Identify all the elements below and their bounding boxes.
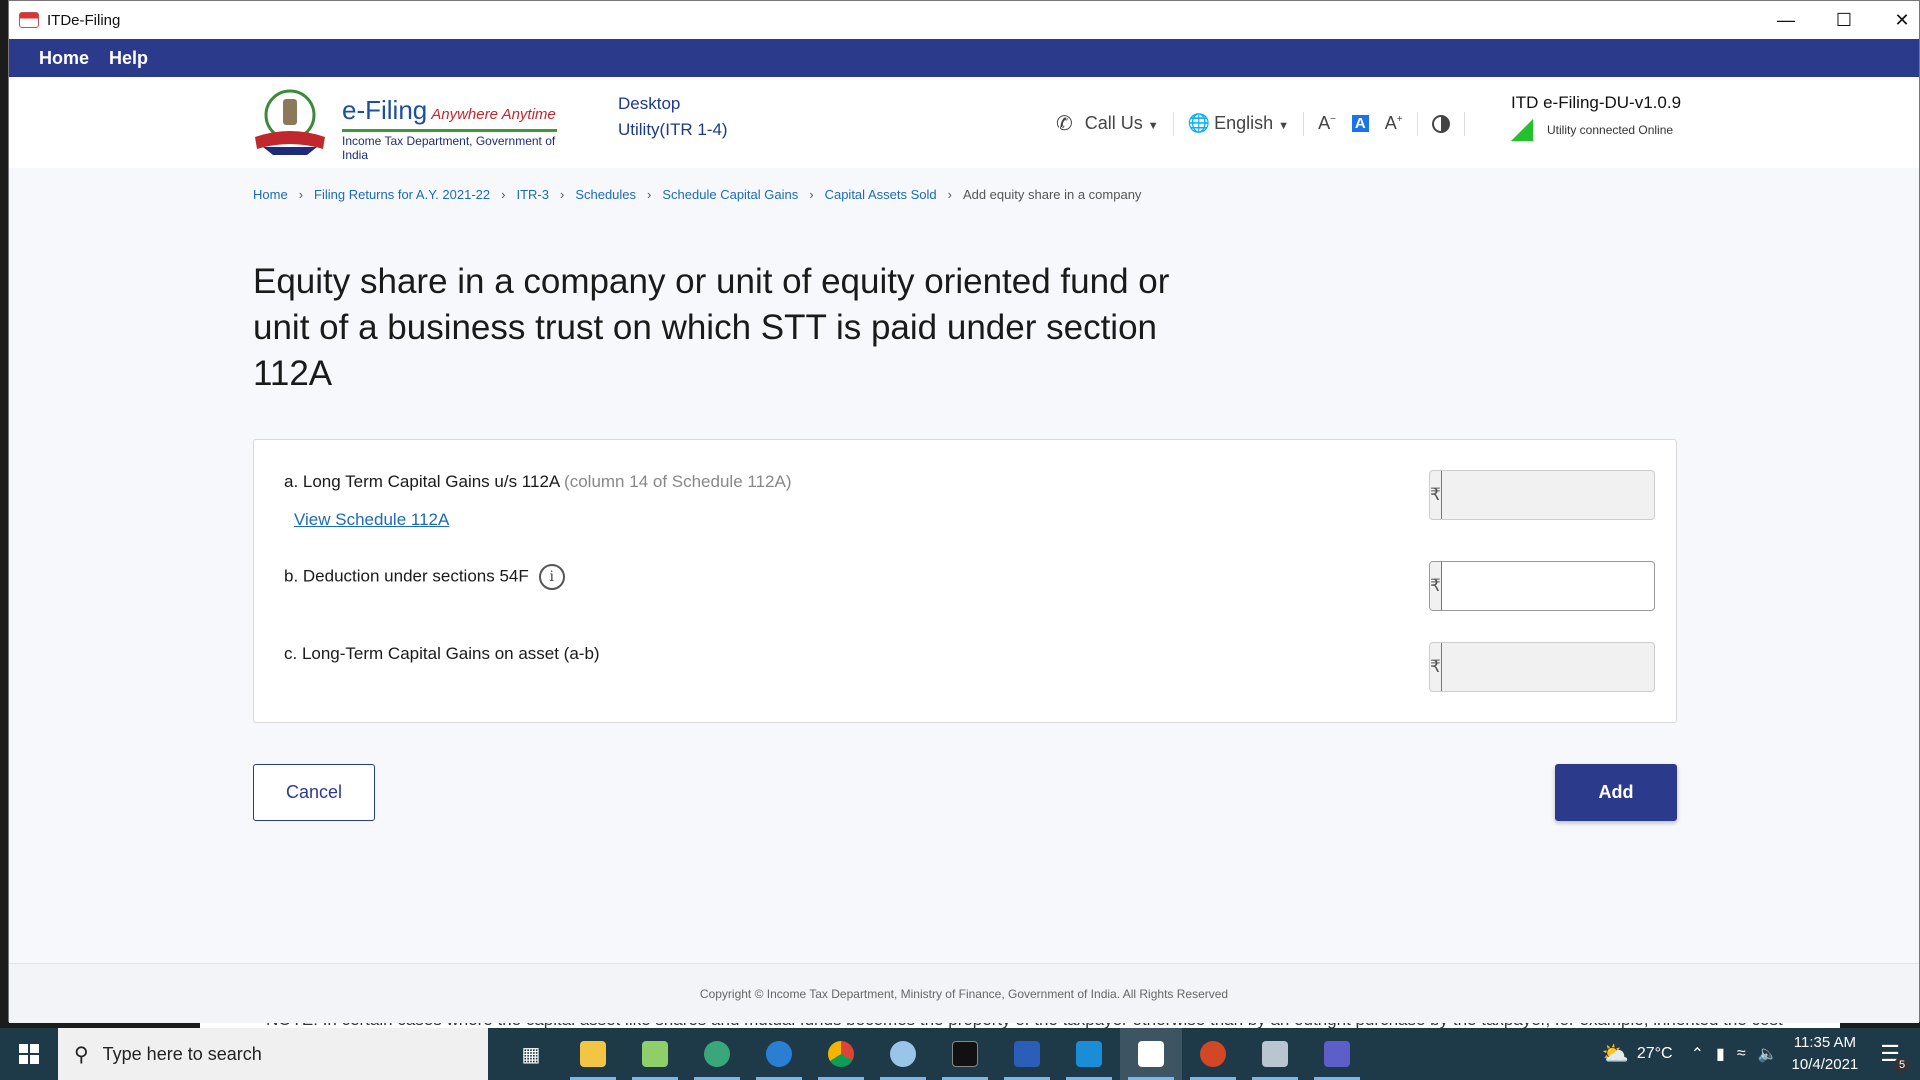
clock-date: 10/4/2021 bbox=[1791, 1056, 1859, 1073]
header-tools: ✆ Call Us ▼ 🌐 English ▼ A− A A+ bbox=[1056, 111, 1479, 136]
divider bbox=[1463, 111, 1465, 136]
breadcrumb-home[interactable]: Home bbox=[253, 187, 288, 202]
notifications-icon[interactable]: ☰ 5 bbox=[1880, 1041, 1910, 1073]
site-header: e-Filing Anywhere Anytime Income Tax Depa… bbox=[9, 77, 1919, 168]
clock[interactable]: 11:35 AM 10/4/2021 bbox=[1792, 1032, 1859, 1076]
rupee-icon: ₹ bbox=[1430, 471, 1442, 519]
messaging-app-icon[interactable] bbox=[748, 1028, 810, 1080]
maximize-button[interactable]: ☐ bbox=[1815, 1, 1873, 39]
itd-efiling-taskbar-icon[interactable] bbox=[1120, 1028, 1182, 1080]
weather-temp[interactable]: 27°C bbox=[1637, 1045, 1673, 1063]
utility-name: Desktop Utility(ITR 1-4) bbox=[618, 94, 728, 139]
close-button[interactable]: ✕ bbox=[1873, 1, 1920, 39]
row-c-label: c. Long-Term Capital Gains on asset (a-b… bbox=[284, 644, 600, 663]
phone-icon: ✆ bbox=[1056, 113, 1073, 135]
show-hidden-icons-icon[interactable]: ⌃ bbox=[1691, 1044, 1704, 1064]
window-title: ITDe-Filing bbox=[47, 11, 121, 29]
app-window: ITDe-Filing — ☐ ✕ Home Help e-Filing Anyw… bbox=[8, 0, 1920, 1023]
footer-copyright: Copyright © Income Tax Department, Minis… bbox=[9, 963, 1919, 1023]
chevron-right-icon: › bbox=[559, 187, 565, 202]
breadcrumb-schedule-capital-gains[interactable]: Schedule Capital Gains bbox=[662, 187, 798, 202]
language-dropdown[interactable]: English ▼ bbox=[1214, 113, 1289, 134]
chevron-right-icon: › bbox=[501, 187, 506, 202]
chevron-right-icon: › bbox=[809, 187, 814, 202]
breadcrumb-schedules[interactable]: Schedules bbox=[575, 187, 636, 202]
file-explorer-icon[interactable] bbox=[562, 1028, 624, 1080]
taskbar-search[interactable]: ⚲ Type here to search bbox=[58, 1028, 488, 1080]
default-font-icon[interactable]: A bbox=[1351, 115, 1369, 132]
caret-down-icon: ▼ bbox=[1278, 120, 1290, 132]
cancel-button[interactable]: Cancel bbox=[253, 764, 375, 821]
taskbar-apps: ▦ bbox=[500, 1028, 1368, 1080]
edge-icon[interactable] bbox=[686, 1028, 748, 1080]
weather-icon[interactable]: ⛅ bbox=[1601, 1041, 1628, 1067]
call-us-dropdown[interactable]: Call Us ▼ bbox=[1085, 113, 1159, 134]
contrast-icon[interactable] bbox=[1431, 114, 1450, 133]
deduction-54f-field: ₹ bbox=[1429, 561, 1655, 611]
rupee-icon: ₹ bbox=[1430, 562, 1442, 610]
divider bbox=[1416, 111, 1418, 136]
breadcrumb: Home › Filing Returns for A.Y. 2021-22 › I… bbox=[253, 187, 1141, 202]
title-bar: ITDe-Filing — ☐ ✕ bbox=[9, 1, 1919, 39]
paint-icon[interactable] bbox=[872, 1028, 934, 1080]
battery-icon[interactable]: ▮ bbox=[1716, 1044, 1725, 1064]
income-tax-emblem-icon[interactable] bbox=[253, 87, 327, 157]
search-placeholder: Type here to search bbox=[102, 1043, 262, 1064]
taskbar: ⚲ Type here to search ▦ ⛅ 27°C ⌃ ▮ ≈ 🔈 1… bbox=[0, 1028, 1920, 1080]
efiling-brand: e-Filing Anywhere Anytime bbox=[342, 95, 556, 125]
connection-status: Utility connected Online bbox=[1511, 119, 1673, 141]
menu-bar: Home Help bbox=[9, 39, 1919, 77]
connection-status-text: Utility connected Online bbox=[1547, 123, 1674, 137]
rupee-icon: ₹ bbox=[1430, 643, 1442, 691]
menu-home[interactable]: Home bbox=[39, 48, 89, 69]
decrease-font-icon[interactable]: A− bbox=[1318, 113, 1336, 134]
ltcg-112a-field: ₹ bbox=[1429, 470, 1655, 520]
clock-time: 11:35 AM bbox=[1793, 1034, 1857, 1051]
powerpoint-icon[interactable] bbox=[1182, 1028, 1244, 1080]
breadcrumb-current: Add equity share in a company bbox=[962, 187, 1142, 202]
search-icon: ⚲ bbox=[74, 1043, 89, 1066]
divider bbox=[1172, 111, 1174, 136]
volume-icon[interactable]: 🔈 bbox=[1758, 1044, 1778, 1064]
ltcg-asset-input[interactable] bbox=[1441, 643, 1654, 691]
increase-font-icon[interactable]: A+ bbox=[1385, 113, 1403, 134]
chevron-right-icon: › bbox=[647, 187, 652, 202]
divider bbox=[1303, 111, 1305, 136]
chevron-right-icon: › bbox=[947, 187, 952, 202]
add-button[interactable]: Add bbox=[1555, 764, 1677, 821]
snipping-tool-icon[interactable] bbox=[1058, 1028, 1120, 1080]
row-b-label: b. Deduction under sections 54F i bbox=[284, 564, 565, 590]
app-emblem-icon bbox=[19, 12, 39, 28]
globe-icon: 🌐 bbox=[1187, 113, 1211, 133]
chevron-right-icon: › bbox=[298, 187, 304, 202]
breadcrumb-filing-returns[interactable]: Filing Returns for A.Y. 2021-22 bbox=[314, 187, 490, 202]
ltcg-112a-input[interactable] bbox=[1441, 471, 1654, 519]
windows-start-icon[interactable] bbox=[0, 1028, 58, 1080]
task-view-icon[interactable]: ▦ bbox=[500, 1028, 562, 1080]
page-title: Equity share in a company or unit of equ… bbox=[253, 262, 1170, 393]
notification-count: 5 bbox=[1894, 1057, 1910, 1073]
minimize-button[interactable]: — bbox=[1757, 1, 1815, 39]
system-tray: ⛅ 27°C ⌃ ▮ ≈ 🔈 11:35 AM 10/4/2021 ☰ 5 bbox=[1601, 1028, 1920, 1080]
menu-help[interactable]: Help bbox=[109, 48, 148, 69]
terminal-icon[interactable] bbox=[934, 1028, 996, 1080]
ltcg-asset-field: ₹ bbox=[1429, 642, 1655, 692]
chrome-icon[interactable] bbox=[810, 1028, 872, 1080]
department-name: Income Tax Department, Government of Ind… bbox=[342, 129, 557, 162]
signal-icon bbox=[1511, 119, 1533, 141]
caret-down-icon: ▼ bbox=[1147, 120, 1159, 132]
word-icon[interactable] bbox=[996, 1028, 1058, 1080]
capital-gains-form: a. Long Term Capital Gains u/s 112A (col… bbox=[253, 439, 1677, 723]
breadcrumb-itr3[interactable]: ITR-3 bbox=[516, 187, 549, 202]
remote-desktop-icon[interactable] bbox=[1244, 1028, 1306, 1080]
notepad-plus-icon[interactable] bbox=[624, 1028, 686, 1080]
version-label: ITD e-Filing-DU-v1.0.9 bbox=[1511, 93, 1682, 112]
breadcrumb-capital-assets-sold[interactable]: Capital Assets Sold bbox=[825, 187, 937, 202]
deduction-54f-input[interactable] bbox=[1441, 562, 1654, 610]
view-schedule-112a-link[interactable]: View Schedule 112A bbox=[294, 510, 449, 530]
info-icon[interactable]: i bbox=[538, 564, 565, 590]
teams-icon[interactable] bbox=[1306, 1028, 1368, 1080]
wifi-icon[interactable]: ≈ bbox=[1737, 1045, 1746, 1063]
row-a-label: a. Long Term Capital Gains u/s 112A (col… bbox=[284, 472, 792, 491]
